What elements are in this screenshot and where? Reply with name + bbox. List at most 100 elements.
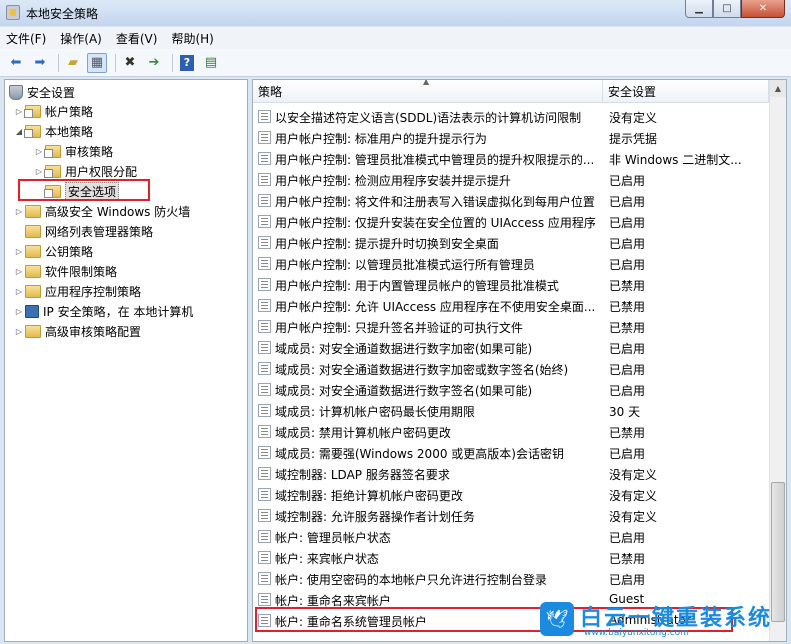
tree-item-label: 高级安全 Windows 防火墙 (45, 204, 191, 219)
tree-item-user-rights[interactable]: ▷ 用户权限分配 (33, 161, 137, 181)
table-row[interactable]: 用户帐户控制: 只提升签名并验证的可执行文件 已禁用 (253, 316, 769, 337)
back-button[interactable]: ⬅ (6, 53, 26, 73)
policy-item-icon (258, 530, 271, 543)
tree-item-advanced-audit[interactable]: ▷ 高级审核策略配置 (13, 321, 141, 341)
title-bar[interactable]: 本地安全策略 ▁ □ ✕ (0, 0, 791, 26)
tree-item-firewall[interactable]: ▷ 高级安全 Windows 防火墙 (13, 201, 190, 221)
policy-name: 域控制器: 允许服务器操作者计划任务 (275, 510, 475, 524)
folder-icon (25, 264, 41, 278)
expand-icon[interactable]: ▷ (13, 287, 25, 296)
table-row[interactable]: 域控制器: 拒绝计算机帐户密码更改 没有定义 (253, 484, 769, 505)
table-row[interactable]: 域控制器: 允许服务器操作者计划任务 没有定义 (253, 505, 769, 526)
scroll-up-button[interactable]: ▲ (770, 80, 786, 97)
column-header-setting[interactable]: 安全设置 (603, 80, 769, 103)
tree-item-label: 网络列表管理器策略 (45, 224, 154, 239)
expand-icon[interactable]: ▷ (13, 327, 25, 336)
menu-view[interactable]: 查看(V) (116, 30, 158, 47)
table-row[interactable]: 用户帐户控制: 仅提升安装在安全位置的 UIAccess 应用程序 已启用 (253, 211, 769, 232)
tree-item-label: 帐户策略 (45, 104, 94, 119)
close-button[interactable]: ✕ (741, 0, 785, 18)
tree-item-local-policies[interactable]: ◢ 本地策略 (13, 121, 93, 141)
help-icon: ? (180, 54, 194, 71)
policy-setting: 已启用 (609, 384, 646, 398)
table-row[interactable]: 用户帐户控制: 以管理员批准模式运行所有管理员 已启用 (253, 253, 769, 274)
policy-item-icon (258, 131, 271, 144)
menu-bar: 文件(F) 操作(A) 查看(V) 帮助(H) (0, 27, 791, 49)
table-row[interactable]: 用户帐户控制: 允许 UIAccess 应用程序在不使用安全桌面... 已禁用 (253, 295, 769, 316)
tree-item-network-list[interactable]: 网络列表管理器策略 (13, 221, 153, 241)
policy-folder-icon (44, 164, 61, 178)
tree-item-account-policies[interactable]: ▷ 帐户策略 (13, 101, 93, 121)
policy-setting: 没有定义 (609, 111, 658, 125)
table-row[interactable]: 域成员: 计算机帐户密码最长使用期限 30 天 (253, 400, 769, 421)
ip-security-icon (25, 304, 39, 318)
table-row[interactable]: 域成员: 对安全通道数据进行数字加密或数字签名(始终) 已启用 (253, 358, 769, 379)
up-level-button[interactable]: ▰ (63, 53, 83, 73)
expand-icon[interactable]: ▷ (13, 267, 25, 276)
policy-setting: 已启用 (609, 342, 646, 356)
policy-setting: 已禁用 (609, 300, 646, 314)
policy-folder-icon (44, 144, 61, 158)
table-row[interactable]: 帐户: 来宾帐户状态 已禁用 (253, 547, 769, 568)
table-row[interactable]: 帐户: 使用空密码的本地帐户只允许进行控制台登录 已启用 (253, 568, 769, 589)
policy-item-icon (258, 299, 271, 312)
help-button[interactable]: ? (177, 53, 197, 73)
forward-button[interactable]: ➡ (30, 53, 50, 73)
table-row[interactable]: 用户帐户控制: 检测应用程序安装并提示提升 已启用 (253, 169, 769, 190)
policy-setting: 已启用 (609, 174, 646, 188)
menu-file[interactable]: 文件(F) (6, 30, 46, 47)
tree-item-public-key[interactable]: ▷ 公钥策略 (13, 241, 93, 261)
table-row[interactable]: 用户帐户控制: 标准用户的提升提示行为 提示凭据 (253, 127, 769, 148)
policy-list: ▲ 策略 安全设置 以安全描述符定义语言(SDDL)语法表示的计算机访问限制 没有… (252, 79, 787, 642)
column-header-label: 安全设置 (608, 84, 657, 99)
show-hide-tree-button[interactable]: ▦ (87, 52, 107, 73)
tree-item-label: 应用程序控制策略 (45, 284, 142, 299)
highlight-box-security-options (18, 179, 150, 201)
properties-button[interactable]: ▤ (201, 53, 221, 73)
policy-item-icon (258, 341, 271, 354)
window-controls: ▁ □ ✕ (685, 0, 785, 18)
menu-action[interactable]: 操作(A) (60, 30, 102, 47)
tree-item-ip-security[interactable]: ▷ IP 安全策略，在 本地计算机 (13, 301, 193, 321)
folder-up-icon: ▰ (68, 55, 78, 70)
expand-icon[interactable]: ▷ (13, 247, 25, 256)
table-row[interactable]: 域成员: 对安全通道数据进行数字签名(如果可能) 已启用 (253, 379, 769, 400)
table-row[interactable]: 用户帐户控制: 将文件和注册表写入错误虚拟化到每用户位置 已启用 (253, 190, 769, 211)
tree-item-software-restriction[interactable]: ▷ 软件限制策略 (13, 261, 117, 281)
expand-icon[interactable]: ▷ (13, 307, 25, 316)
vertical-scrollbar[interactable]: ▲ (769, 80, 786, 641)
table-row[interactable]: 帐户: 管理员帐户状态 已启用 (253, 526, 769, 547)
table-row[interactable]: 域成员: 对安全通道数据进行数字加密(如果可能) 已启用 (253, 337, 769, 358)
table-row[interactable]: 用户帐户控制: 提示提升时切换到安全桌面 已启用 (253, 232, 769, 253)
delete-button[interactable]: ✖ (120, 53, 140, 73)
window-title: 本地安全策略 (26, 7, 99, 21)
table-row[interactable]: 域控制器: LDAP 服务器签名要求 没有定义 (253, 463, 769, 484)
table-row[interactable]: 域成员: 禁用计算机帐户密码更改 已禁用 (253, 421, 769, 442)
tree-item-audit-policy[interactable]: ▷ 审核策略 (33, 141, 113, 161)
watermark: 🕊 白云一键重装系统 www.baiyunxitong.com (540, 598, 785, 642)
tree-item-security-settings[interactable]: 安全设置 (9, 82, 75, 102)
tree-item-label: 用户权限分配 (65, 164, 138, 179)
policy-setting: 已启用 (609, 363, 646, 377)
minimize-button[interactable]: ▁ (685, 0, 713, 18)
menu-help[interactable]: 帮助(H) (171, 30, 213, 47)
toolbar-separator (58, 53, 59, 72)
arrow-right-icon: ➡ (34, 55, 46, 70)
console-tree[interactable]: 安全设置 ▷ 帐户策略 ◢ 本地策略 ▷ 审核策略 ▷ 用户权限分配 安全选项 (4, 79, 248, 642)
tree-item-app-control[interactable]: ▷ 应用程序控制策略 (13, 281, 141, 301)
policy-name: 用户帐户控制: 标准用户的提升提示行为 (275, 132, 487, 146)
policy-setting: 非 Windows 二进制文... (609, 153, 742, 167)
table-row[interactable]: 用户帐户控制: 管理员批准模式中管理员的提升权限提示的... 非 Windows … (253, 148, 769, 169)
table-row[interactable]: 以安全描述符定义语言(SDDL)语法表示的计算机访问限制 没有定义 (253, 106, 769, 127)
export-list-button[interactable]: ➔ (144, 53, 164, 73)
policy-name: 用户帐户控制: 管理员批准模式中管理员的提升权限提示的... (275, 153, 595, 167)
expand-icon[interactable]: ▷ (13, 207, 25, 216)
policy-setting: 已启用 (609, 447, 646, 461)
maximize-button[interactable]: □ (713, 0, 741, 18)
toolbar-separator (115, 53, 116, 72)
column-header-policy[interactable]: ▲ 策略 (253, 80, 603, 103)
table-row[interactable]: 用户帐户控制: 用于内置管理员帐户的管理员批准模式 已禁用 (253, 274, 769, 295)
policy-name: 域成员: 对安全通道数据进行数字签名(如果可能) (275, 384, 533, 398)
close-icon: ✕ (758, 3, 768, 14)
table-row[interactable]: 域成员: 需要强(Windows 2000 或更高版本)会话密钥 已启用 (253, 442, 769, 463)
